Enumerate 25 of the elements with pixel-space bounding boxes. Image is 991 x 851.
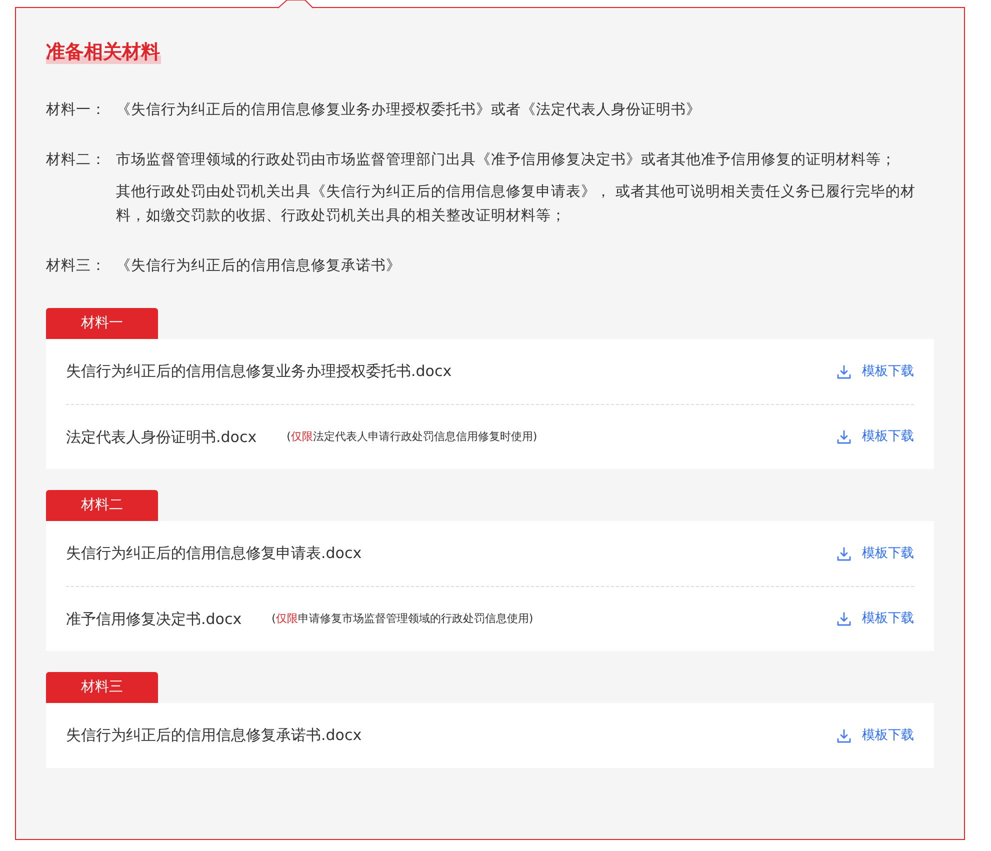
material-text: 其他行政处罚由处罚机关出具《失信行为纠正后的信用信息修复申请表》， 或者其他可说明相关责任义务已履行完毕的材料，如缴交罚款的收据、行政处罚机关出具的相关整改证明材料等； [116, 182, 917, 226]
material-label: 材料一： [46, 101, 107, 120]
file-note: (仅限法定代表人申请行政处罚信息信用修复时使用) [286, 428, 538, 445]
download-icon [836, 364, 852, 380]
material-label: 材料二： [46, 151, 107, 170]
download-link[interactable]: 模板下载 [836, 726, 914, 746]
section-title: 准备相关材料 [46, 40, 161, 64]
file-name[interactable]: 失信行为纠正后的信用信息修复业务办理授权委托书.docx [66, 360, 452, 383]
material-text: 《失信行为纠正后的信用信息修复承诺书》 [116, 257, 402, 276]
download-icon [836, 728, 852, 744]
file-note: (仅限申请修复市场监督管理领域的行政处罚信息使用) [272, 610, 534, 627]
download-icon [836, 546, 852, 562]
download-icon [836, 611, 852, 627]
file-name[interactable]: 准予信用修复决定书.docx [66, 608, 242, 630]
download-link[interactable]: 模板下载 [836, 362, 914, 382]
file-name[interactable]: 失信行为纠正后的信用信息修复承诺书.docx [66, 724, 362, 747]
material-label: 材料三： [46, 257, 107, 276]
material-text: 市场监督管理领域的行政处罚由市场监督管理部门出具《准予信用修复决定书》或者其他准予信用修复的证明材料等； [116, 150, 897, 170]
download-link[interactable]: 模板下载 [836, 544, 914, 564]
file-name[interactable]: 失信行为纠正后的信用信息修复申请表.docx [66, 542, 362, 565]
download-link[interactable]: 模板下载 [836, 427, 914, 447]
material-text: 《失信行为纠正后的信用信息修复业务办理授权委托书》或者《法定代表人身份证明书》 [116, 100, 702, 120]
download-icon [836, 429, 852, 445]
file-name[interactable]: 法定代表人身份证明书.docx [66, 426, 257, 448]
download-link[interactable]: 模板下载 [836, 609, 914, 629]
